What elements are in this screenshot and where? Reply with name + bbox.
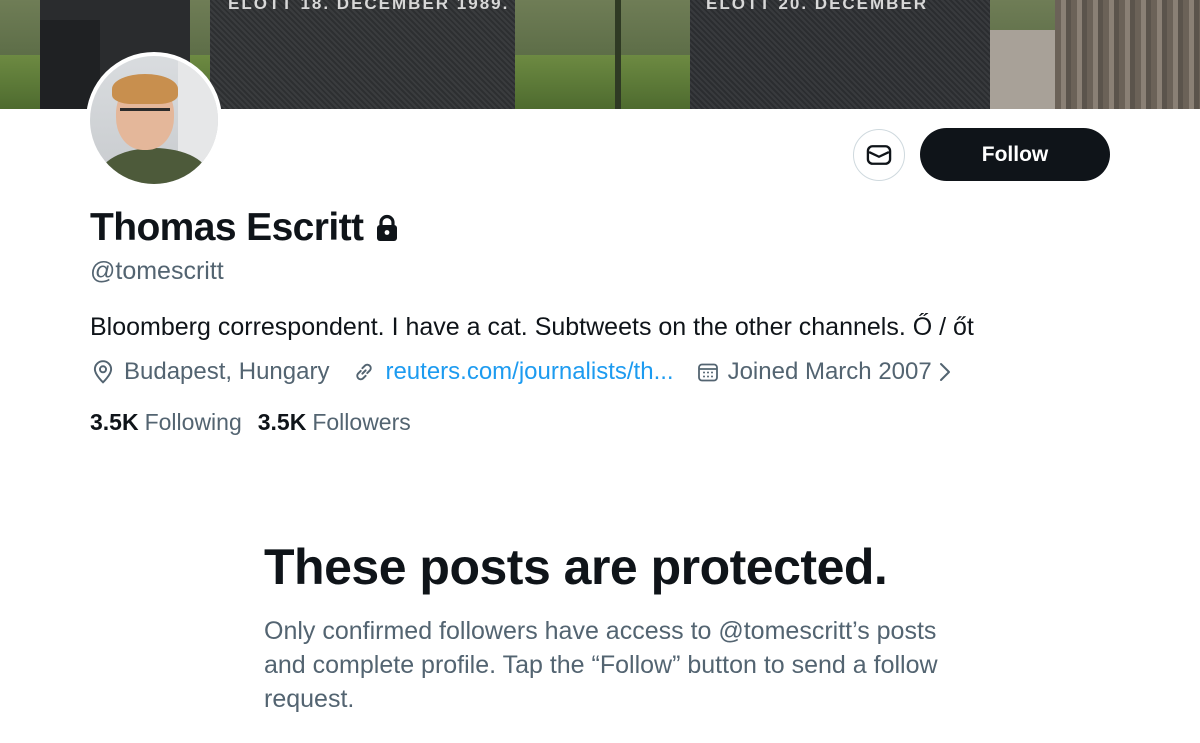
profile-bio: Bloomberg correspondent. I have a cat. S… — [90, 313, 974, 341]
following-stat[interactable]: 3.5K Following — [90, 409, 242, 436]
following-count: 3.5K — [90, 409, 139, 435]
banner-engraving-left: ELŐTT 18. DECEMBER 1989. — [228, 0, 510, 13]
location-text: Budapest, Hungary — [124, 358, 330, 385]
profile-meta: Budapest, Hungary reuters.com/journalist… — [90, 358, 982, 386]
chevron-right-icon — [938, 362, 960, 382]
profile-handle: @tomescritt — [90, 257, 224, 285]
display-name: Thomas Escritt — [90, 206, 364, 249]
followers-stat[interactable]: 3.5K Followers — [258, 409, 411, 436]
website-item[interactable]: reuters.com/journalists/th... — [351, 358, 674, 386]
banner-path — [990, 30, 1060, 109]
avatar-photo — [90, 56, 218, 184]
protected-description: Only confirmed followers have access to … — [264, 617, 938, 713]
joined-item[interactable]: Joined March 2007 — [696, 358, 960, 386]
followers-count: 3.5K — [257, 409, 307, 435]
website-link[interactable]: reuters.com/journalists/th... — [385, 358, 673, 386]
envelope-icon — [866, 145, 892, 165]
profile-name-row: Thomas Escritt — [90, 206, 399, 250]
joined-text: Joined March 2007 — [727, 358, 932, 385]
followers-label: Followers — [312, 409, 411, 435]
banner-engraving-right: ELŐTT 20. DECEMBER — [706, 0, 929, 13]
avatar[interactable] — [86, 52, 222, 188]
protected-title: These posts are protected. — [264, 539, 888, 595]
calendar-icon — [697, 363, 718, 382]
lock-icon — [375, 214, 399, 242]
following-label: Following — [144, 409, 242, 435]
avatar-hair — [112, 74, 178, 104]
banner-pole — [615, 0, 621, 109]
banner-memorial-stone-right — [690, 0, 990, 109]
message-button[interactable] — [853, 129, 905, 181]
follow-button[interactable]: Follow — [920, 128, 1110, 181]
location-item: Budapest, Hungary — [90, 358, 329, 386]
location-pin-icon — [93, 360, 113, 384]
link-icon — [356, 363, 373, 381]
avatar-glasses — [120, 108, 170, 122]
profile-stats: 3.5K Following 3.5K Followers — [90, 409, 427, 436]
banner-tree-trunk — [1055, 0, 1200, 109]
banner-memorial-stone — [210, 0, 515, 109]
